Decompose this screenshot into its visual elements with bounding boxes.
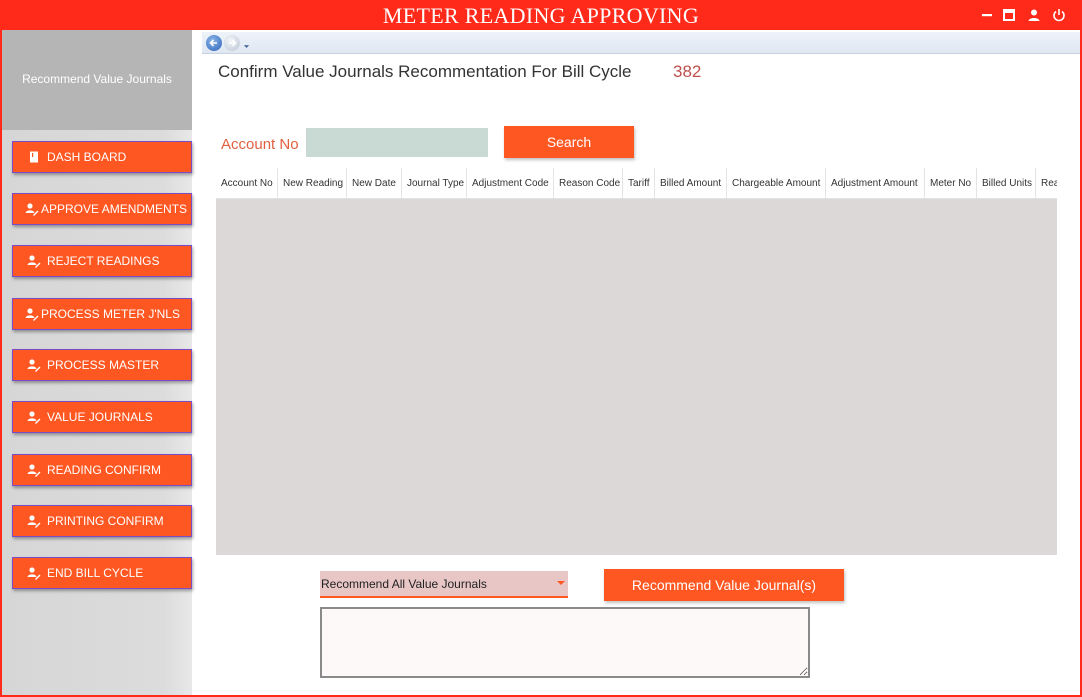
column-header[interactable]: Chargeable Amount [727,168,826,198]
back-arrow-icon[interactable] [206,35,222,51]
sidebar-item-approve-amendments[interactable]: APPROVE AMENDMENTS [12,193,192,225]
user-edit-icon [27,254,41,268]
sidebar-item-label: VALUE JOURNALS [47,410,153,424]
page-title: Confirm Value Journals Recommentation Fo… [218,62,632,81]
sidebar-item-dashboard[interactable]: DASH BOARD [12,141,192,173]
bill-cycle-number: 382 [673,62,702,81]
user-edit-icon [27,463,41,477]
sidebar-header-label: Recommend Value Journals [22,72,172,86]
user-edit-icon [27,566,41,580]
column-header[interactable]: Billed Units [977,168,1036,198]
grid-header: Account No New Reading New Date Journal … [216,168,1057,199]
column-header[interactable]: Billed Amount [655,168,727,198]
column-header[interactable]: Rea [1036,168,1057,198]
sidebar-header: Recommend Value Journals [2,30,192,130]
journals-grid[interactable]: Account No New Reading New Date Journal … [216,168,1057,555]
user-edit-icon [27,358,41,372]
sidebar-item-label: REJECT READINGS [47,254,160,268]
search-button[interactable]: Search [504,126,634,158]
column-header[interactable]: New Reading [278,168,347,198]
user-edit-icon [27,514,41,528]
sidebar-item-end-bill-cycle[interactable]: END BILL CYCLE [12,557,192,589]
column-header[interactable]: New Date [347,168,402,198]
browser-nav-bar [202,32,1080,54]
sidebar-item-label: PROCESS METER J'NLS [41,307,180,321]
sidebar-item-reject-readings[interactable]: REJECT READINGS [12,245,192,277]
app-window: METER READING APPROVING Recommend Value … [0,0,1082,697]
sidebar-item-printing-confirm[interactable]: PRINTING CONFIRM [12,505,192,537]
power-icon[interactable] [1050,6,1068,24]
user-edit-icon [25,307,39,321]
sidebar-item-label: PRINTING CONFIRM [47,514,164,528]
title-bar: METER READING APPROVING [2,2,1080,30]
remarks-textarea[interactable] [320,607,810,678]
chevron-down-icon [554,571,568,598]
forward-arrow-icon[interactable] [224,35,240,51]
column-header[interactable]: Tariff [623,168,655,198]
history-dropdown-icon[interactable] [243,37,250,55]
column-header[interactable]: Journal Type [402,168,467,198]
column-header[interactable]: Adjustment Amount [826,168,925,198]
column-header[interactable]: Reason Code [554,168,623,198]
recommend-value-journals-button[interactable]: Recommend Value Journal(s) [604,569,844,601]
sidebar-item-label: END BILL CYCLE [47,566,144,580]
sidebar-item-process-meter-jnls[interactable]: PROCESS METER J'NLS [12,298,192,330]
sidebar-item-process-master[interactable]: PROCESS MASTER [12,349,192,381]
account-no-label: Account No [221,136,299,153]
recommend-option-select[interactable]: Recommend All Value Journals [320,571,568,598]
user-icon[interactable] [1025,6,1043,24]
window-title: METER READING APPROVING [382,3,700,28]
column-header[interactable]: Adjustment Code [467,168,554,198]
dashboard-icon [27,150,41,164]
sidebar-item-reading-confirm[interactable]: READING CONFIRM [12,454,192,486]
maximize-icon[interactable] [1000,6,1018,24]
account-no-input[interactable] [306,128,488,157]
sidebar-item-label: APPROVE AMENDMENTS [41,202,188,216]
minimize-icon[interactable] [978,6,996,24]
user-edit-icon [25,202,39,216]
column-header[interactable]: Meter No [925,168,977,198]
sidebar-item-label: READING CONFIRM [47,463,161,477]
column-header[interactable]: Account No [216,168,278,198]
sidebar-item-value-journals[interactable]: VALUE JOURNALS [12,401,192,433]
user-edit-icon [27,410,41,424]
sidebar-item-label: PROCESS MASTER [47,358,160,372]
sidebar-item-label: DASH BOARD [47,150,127,164]
select-value: Recommend All Value Journals [321,577,487,591]
